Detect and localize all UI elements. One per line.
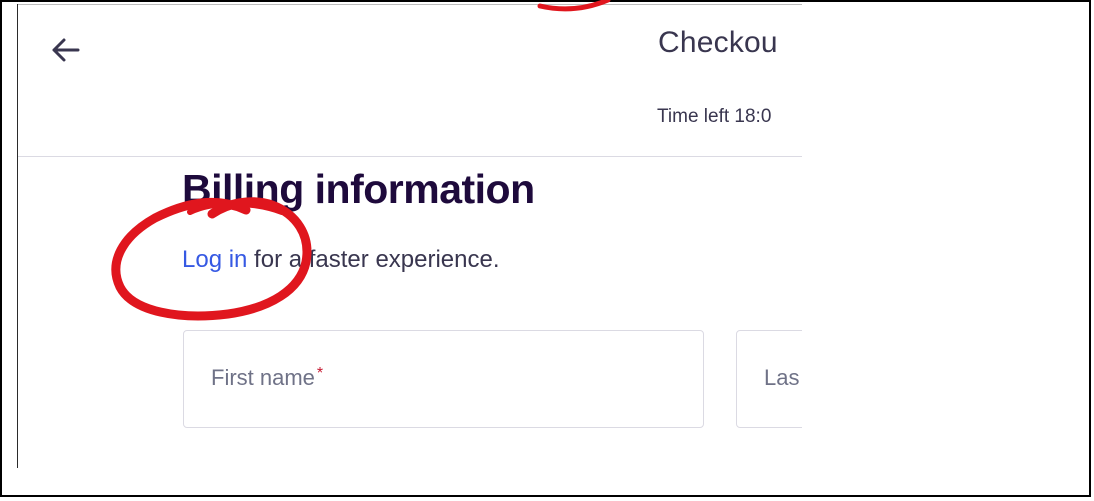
- last-name-field[interactable]: Las: [736, 330, 802, 428]
- first-name-label-text: First name: [211, 365, 315, 390]
- back-button[interactable]: [48, 32, 84, 68]
- last-name-label: Las: [764, 365, 800, 390]
- login-prompt: Log in for a faster experience.: [182, 246, 500, 274]
- header-divider: [18, 156, 802, 157]
- required-marker: *: [316, 365, 324, 382]
- first-name-field[interactable]: First name *: [183, 330, 704, 428]
- arrow-left-icon: [52, 38, 80, 62]
- login-prompt-text: for a faster experience.: [247, 246, 500, 273]
- page-title: Checkou: [658, 26, 778, 59]
- top-edge: [18, 4, 802, 5]
- login-link[interactable]: Log in: [182, 246, 247, 273]
- first-name-label: First name *: [211, 365, 323, 391]
- billing-heading: Billing information: [182, 166, 535, 212]
- checkout-page: Checkou Time left 18:0 Billing informati…: [18, 4, 802, 474]
- time-left-timer: Time left 18:0: [657, 106, 772, 127]
